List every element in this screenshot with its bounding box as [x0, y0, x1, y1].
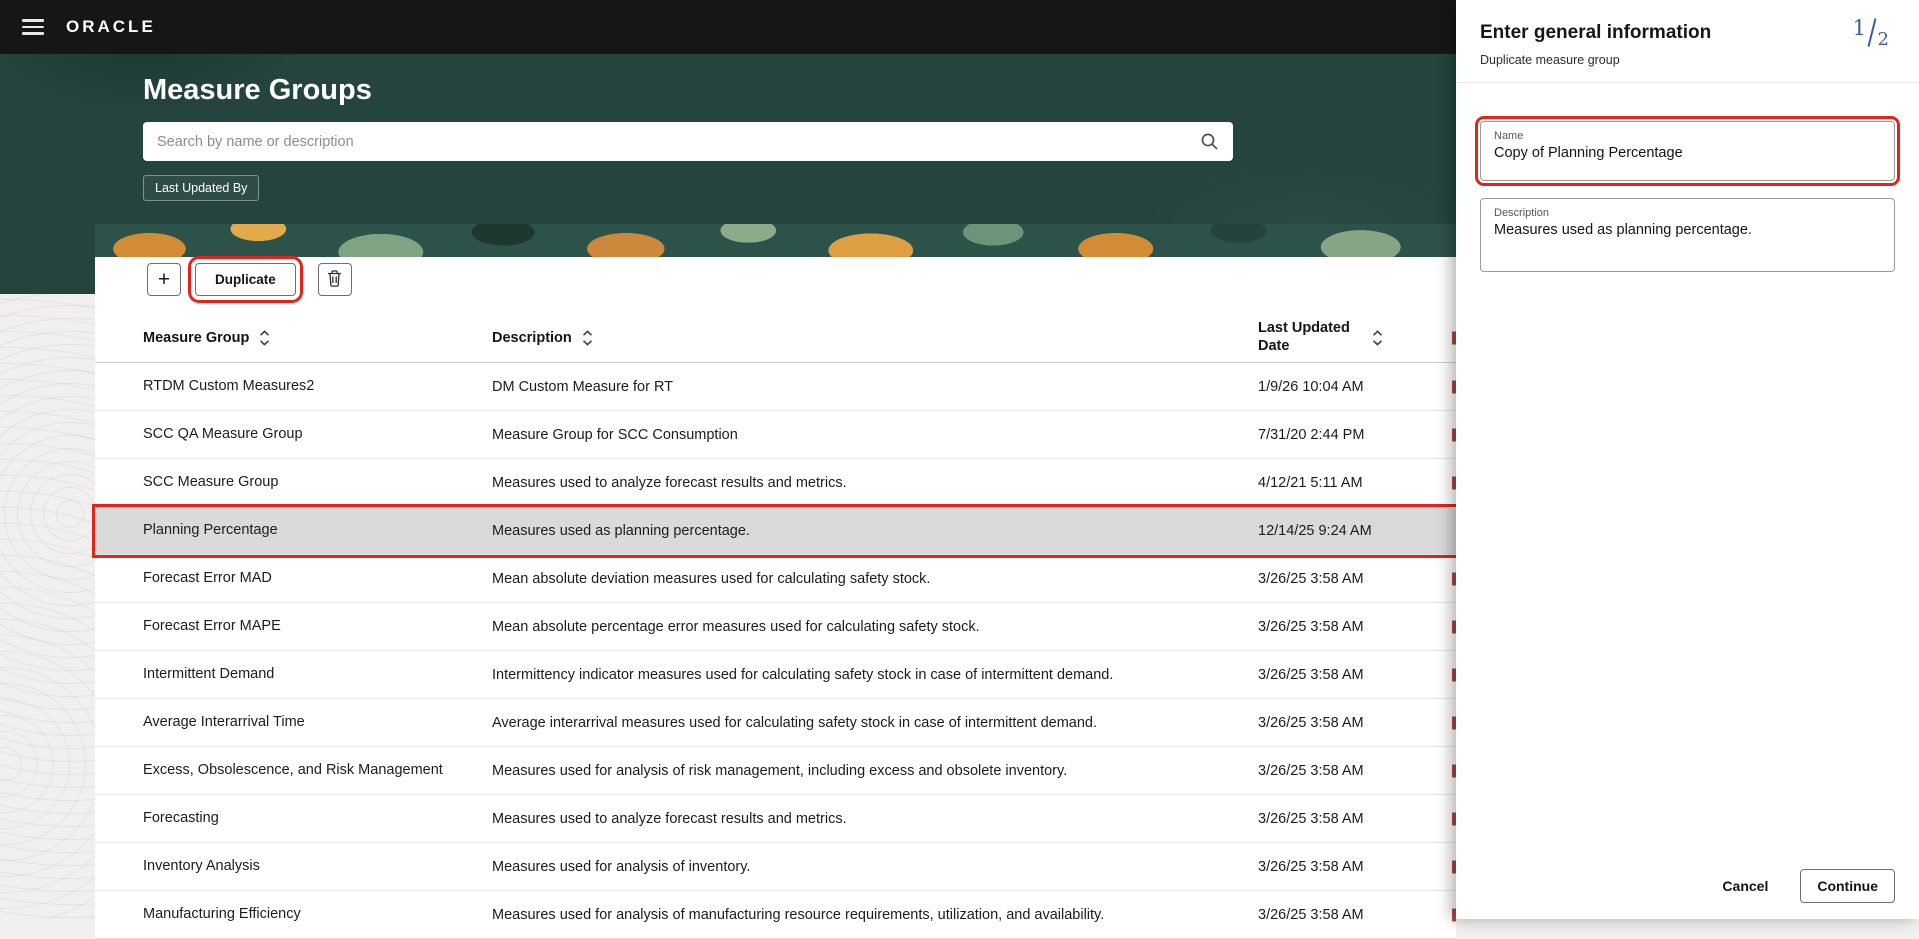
table-row[interactable]: Manufacturing Efficiency Measures used f… — [95, 891, 1456, 939]
table-row[interactable]: RTDM Custom Measures2 DM Custom Measure … — [95, 363, 1456, 411]
table-row[interactable]: Inventory Analysis Measures used for ana… — [95, 843, 1456, 891]
table-body: RTDM Custom Measures2 DM Custom Measure … — [92, 363, 1459, 939]
cell-measure-group: SCC Measure Group — [143, 474, 279, 491]
step-total: 2 — [1877, 29, 1889, 50]
cell-description: Measure Group for SCC Consumption — [492, 426, 738, 443]
step-divider — [1867, 18, 1877, 47]
left-gutter-teal — [0, 224, 95, 294]
cell-last-updated: 3/26/25 3:58 AM — [1258, 714, 1364, 731]
cell-description: Average interarrival measures used for c… — [492, 714, 1097, 731]
table-row[interactable]: Average Interarrival Time Average intera… — [95, 699, 1456, 747]
decorative-banner — [95, 224, 1456, 257]
search-input[interactable] — [143, 133, 1200, 150]
cell-measure-group: Manufacturing Efficiency — [143, 906, 301, 923]
panel-fields: Name Copy of Planning Percentage Descrip… — [1456, 83, 1919, 272]
add-button[interactable]: + — [147, 263, 181, 296]
step-indicator: 1 2 — [1853, 18, 1889, 49]
duplicate-button[interactable]: Duplicate — [188, 256, 303, 303]
sort-icon-measure-group[interactable] — [259, 329, 270, 346]
cell-measure-group: Forecast Error MAD — [143, 570, 272, 587]
panel-footer: Cancel Continue — [1720, 869, 1895, 903]
cell-measure-group: Inventory Analysis — [143, 858, 260, 875]
page-title: Measure Groups — [143, 74, 372, 106]
search-icon[interactable] — [1200, 132, 1219, 151]
cell-description: Measures used for analysis of risk manag… — [492, 762, 1068, 779]
cell-description: Measures used for analysis of manufactur… — [492, 906, 1105, 923]
search-bar — [143, 122, 1233, 161]
table-row[interactable]: Forecast Error MAPE Mean absolute percen… — [95, 603, 1456, 651]
plus-icon: + — [157, 268, 171, 291]
menu-icon[interactable] — [22, 19, 44, 35]
panel-header: Enter general information Duplicate meas… — [1456, 0, 1919, 83]
delete-button[interactable] — [317, 263, 352, 296]
cell-measure-group: Excess, Obsolescence, and Risk Managemen… — [143, 762, 443, 779]
sort-icon-last-updated-date[interactable] — [1372, 329, 1383, 346]
cell-measure-group: Planning Percentage — [143, 522, 278, 539]
panel-subtitle: Duplicate measure group — [1480, 53, 1620, 67]
cell-measure-group: Average Interarrival Time — [143, 714, 305, 731]
cell-description: Mean absolute deviation measures used fo… — [492, 570, 931, 587]
filter-chip-last-updated-by[interactable]: Last Updated By — [143, 175, 260, 201]
cell-description: Measures used for analysis of inventory. — [492, 858, 751, 875]
cell-measure-group: SCC QA Measure Group — [143, 426, 303, 443]
cell-last-updated: 3/26/25 3:58 AM — [1258, 810, 1364, 827]
measure-groups-card: + Duplicate Measure Group Description La… — [92, 256, 1459, 939]
trash-icon — [327, 269, 342, 290]
sort-icon-description[interactable] — [582, 329, 593, 346]
app-header: ORACLE — [0, 0, 1456, 54]
cell-last-updated: 12/14/25 9:24 AM — [1258, 522, 1372, 539]
table-row[interactable]: Forecasting Measures used to analyze for… — [95, 795, 1456, 843]
cell-last-updated: 3/26/25 3:58 AM — [1258, 858, 1364, 875]
cell-last-updated: 3/26/25 3:58 AM — [1258, 762, 1364, 779]
column-header-last-updated-date: Last Updated Date — [1258, 320, 1350, 354]
duplicate-measure-group-panel: Enter general information Duplicate meas… — [1456, 0, 1919, 919]
cell-last-updated: 4/12/21 5:11 AM — [1258, 474, 1363, 491]
cell-last-updated: 3/26/25 3:58 AM — [1258, 618, 1364, 635]
description-field-label: Description — [1494, 207, 1550, 219]
cell-last-updated: 3/26/25 3:58 AM — [1258, 906, 1364, 923]
cancel-button[interactable]: Cancel — [1720, 874, 1770, 898]
cell-description: Measures used to analyze forecast result… — [492, 474, 847, 491]
continue-button[interactable]: Continue — [1800, 869, 1895, 903]
cell-measure-group: RTDM Custom Measures2 — [143, 378, 315, 395]
description-field[interactable]: Description Measures used as planning pe… — [1480, 198, 1895, 272]
hero-banner: Measure Groups Last Updated By — [0, 54, 1456, 224]
column-header-measure-group: Measure Group — [143, 329, 250, 346]
cell-description: Intermittency indicator measures used fo… — [492, 666, 1114, 683]
cell-description: Measures used to analyze forecast result… — [492, 810, 847, 827]
table-row[interactable]: SCC Measure Group Measures used to analy… — [95, 459, 1456, 507]
oracle-logo[interactable]: ORACLE — [66, 17, 156, 37]
name-field-label: Name — [1494, 130, 1524, 142]
table-row[interactable]: Intermittent Demand Intermittency indica… — [95, 651, 1456, 699]
name-field-value: Copy of Planning Percentage — [1494, 145, 1683, 161]
panel-title: Enter general information — [1480, 22, 1712, 43]
cell-measure-group: Forecast Error MAPE — [143, 618, 281, 635]
table-header: Measure Group Description Last Updated D… — [95, 313, 1456, 363]
cell-measure-group: Intermittent Demand — [143, 666, 275, 683]
cell-description: DM Custom Measure for RT — [492, 378, 674, 395]
column-header-description: Description — [492, 329, 572, 346]
name-field[interactable]: Name Copy of Planning Percentage — [1475, 116, 1900, 186]
cell-measure-group: Forecasting — [143, 810, 219, 827]
cell-description: Measures used as planning percentage. — [492, 522, 750, 539]
table-toolbar: + Duplicate — [147, 256, 1456, 303]
cell-last-updated: 7/31/20 2:44 PM — [1258, 426, 1365, 443]
step-current: 1 — [1852, 16, 1867, 40]
cell-last-updated: 3/26/25 3:58 AM — [1258, 570, 1364, 587]
description-field-value: Measures used as planning percentage. — [1494, 222, 1752, 238]
cell-last-updated: 1/9/26 10:04 AM — [1258, 378, 1364, 395]
table-row[interactable]: Forecast Error MAD Mean absolute deviati… — [95, 555, 1456, 603]
cell-last-updated: 3/26/25 3:58 AM — [1258, 666, 1364, 683]
table-row-selected[interactable]: Planning Percentage Measures used as pla… — [92, 504, 1459, 558]
left-gutter-pattern — [0, 294, 95, 919]
cell-description: Mean absolute percentage error measures … — [492, 618, 980, 635]
table-row[interactable]: Excess, Obsolescence, and Risk Managemen… — [95, 747, 1456, 795]
table-row[interactable]: SCC QA Measure Group Measure Group for S… — [95, 411, 1456, 459]
